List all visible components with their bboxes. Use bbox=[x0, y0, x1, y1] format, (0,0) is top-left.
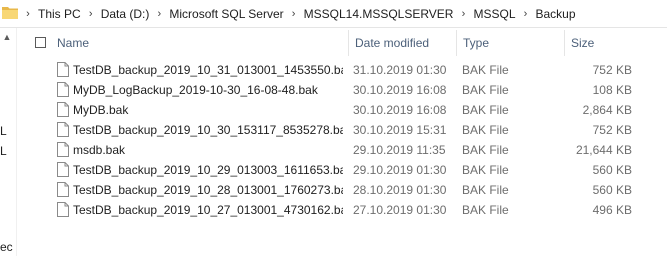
folder-icon bbox=[2, 7, 18, 19]
file-icon bbox=[57, 162, 69, 177]
file-size: 21,644 KB bbox=[575, 143, 632, 157]
file-date: 29.10.2019 11:35 bbox=[353, 143, 446, 157]
file-size: 108 KB bbox=[592, 83, 632, 97]
file-icon bbox=[57, 102, 69, 117]
file-icon bbox=[57, 62, 69, 77]
nav-item-fragment[interactable]: L bbox=[0, 144, 14, 158]
file-size: 496 KB bbox=[592, 203, 632, 217]
file-date: 30.10.2019 16:08 bbox=[353, 103, 447, 117]
file-name[interactable]: TestDB_backup_2019_10_27_013001_4730162.… bbox=[73, 200, 343, 220]
file-icon bbox=[57, 142, 69, 157]
file-row[interactable]: TestDB_backup_2019_10_29_013003_1611653.… bbox=[16, 160, 667, 180]
column-header-name[interactable]: Name bbox=[51, 30, 349, 56]
address-bar[interactable]: › This PC › Data (D:) › Microsoft SQL Se… bbox=[0, 0, 667, 28]
column-header-row: Name Date modified Type Size bbox=[16, 30, 667, 56]
chevron-right-icon[interactable]: › bbox=[286, 8, 302, 20]
file-row[interactable]: TestDB_backup_2019_10_27_013001_4730162.… bbox=[16, 200, 667, 220]
scroll-up-icon[interactable]: ▲ bbox=[0, 32, 14, 44]
file-row[interactable]: msdb.bak 29.10.2019 11:35 BAK File 21,64… bbox=[16, 140, 667, 160]
file-type: BAK File bbox=[462, 123, 509, 137]
file-type: BAK File bbox=[462, 183, 509, 197]
file-size: 2,864 KB bbox=[582, 103, 632, 117]
file-size: 752 KB bbox=[592, 63, 632, 77]
nav-item-fragment[interactable]: ec bbox=[0, 240, 14, 254]
file-type: BAK File bbox=[462, 83, 509, 97]
file-row[interactable]: TestDB_backup_2019_10_30_153117_8535278.… bbox=[16, 120, 667, 140]
file-date: 28.10.2019 01:30 bbox=[353, 183, 447, 197]
file-row[interactable]: MyDB_LogBackup_2019-10-30_16-08-48.bak 3… bbox=[16, 80, 667, 100]
file-name[interactable]: msdb.bak bbox=[73, 140, 343, 160]
file-list: TestDB_backup_2019_10_31_013001_1453550.… bbox=[16, 60, 667, 220]
file-name[interactable]: TestDB_backup_2019_10_29_013003_1611653.… bbox=[73, 160, 343, 180]
file-name[interactable]: MyDB.bak bbox=[73, 100, 343, 120]
navigation-pane[interactable]: ▲ L L ec bbox=[0, 28, 17, 256]
breadcrumb: › This PC › Data (D:) › Microsoft SQL Se… bbox=[20, 0, 578, 28]
breadcrumb-backup[interactable]: Backup bbox=[534, 7, 578, 21]
file-row[interactable]: TestDB_backup_2019_10_28_013001_1760273.… bbox=[16, 180, 667, 200]
file-date: 31.10.2019 01:30 bbox=[353, 63, 447, 77]
chevron-right-icon[interactable]: › bbox=[20, 8, 36, 20]
file-name[interactable]: MyDB_LogBackup_2019-10-30_16-08-48.bak bbox=[73, 80, 343, 100]
file-type: BAK File bbox=[462, 63, 509, 77]
column-header-type[interactable]: Type bbox=[457, 30, 565, 56]
file-date: 30.10.2019 16:08 bbox=[353, 83, 447, 97]
file-size: 560 KB bbox=[592, 183, 632, 197]
file-name[interactable]: TestDB_backup_2019_10_28_013001_1760273.… bbox=[73, 180, 343, 200]
file-icon bbox=[57, 82, 69, 97]
chevron-right-icon[interactable]: › bbox=[83, 8, 99, 20]
file-icon bbox=[57, 122, 69, 137]
file-type: BAK File bbox=[462, 203, 509, 217]
file-row[interactable]: TestDB_backup_2019_10_31_013001_1453550.… bbox=[16, 60, 667, 80]
nav-item-fragment[interactable]: L bbox=[0, 124, 14, 138]
file-type: BAK File bbox=[462, 143, 509, 157]
chevron-right-icon[interactable]: › bbox=[151, 8, 167, 20]
file-date: 30.10.2019 15:31 bbox=[353, 123, 447, 137]
column-header-date-modified[interactable]: Date modified bbox=[349, 30, 457, 56]
breadcrumb-mssql[interactable]: MSSQL bbox=[471, 7, 517, 21]
file-date: 29.10.2019 01:30 bbox=[353, 163, 447, 177]
file-type: BAK File bbox=[462, 163, 509, 177]
file-type: BAK File bbox=[462, 103, 509, 117]
breadcrumb-sql-server[interactable]: Microsoft SQL Server bbox=[167, 7, 285, 21]
file-name[interactable]: TestDB_backup_2019_10_31_013001_1453550.… bbox=[73, 60, 343, 80]
chevron-right-icon[interactable]: › bbox=[518, 8, 534, 20]
column-header-size[interactable]: Size bbox=[565, 30, 645, 56]
file-size: 560 KB bbox=[592, 163, 632, 177]
file-icon bbox=[57, 202, 69, 217]
breadcrumb-instance[interactable]: MSSQL14.MSSQLSERVER bbox=[302, 7, 456, 21]
file-icon bbox=[57, 182, 69, 197]
file-size: 752 KB bbox=[592, 123, 632, 137]
select-all-checkbox[interactable] bbox=[35, 37, 46, 48]
file-row[interactable]: MyDB.bak 30.10.2019 16:08 BAK File 2,864… bbox=[16, 100, 667, 120]
breadcrumb-data-drive[interactable]: Data (D:) bbox=[99, 7, 152, 21]
file-date: 27.10.2019 01:30 bbox=[353, 203, 447, 217]
chevron-right-icon[interactable]: › bbox=[455, 8, 471, 20]
file-name[interactable]: TestDB_backup_2019_10_30_153117_8535278.… bbox=[73, 120, 343, 140]
breadcrumb-this-pc[interactable]: This PC bbox=[36, 7, 83, 21]
